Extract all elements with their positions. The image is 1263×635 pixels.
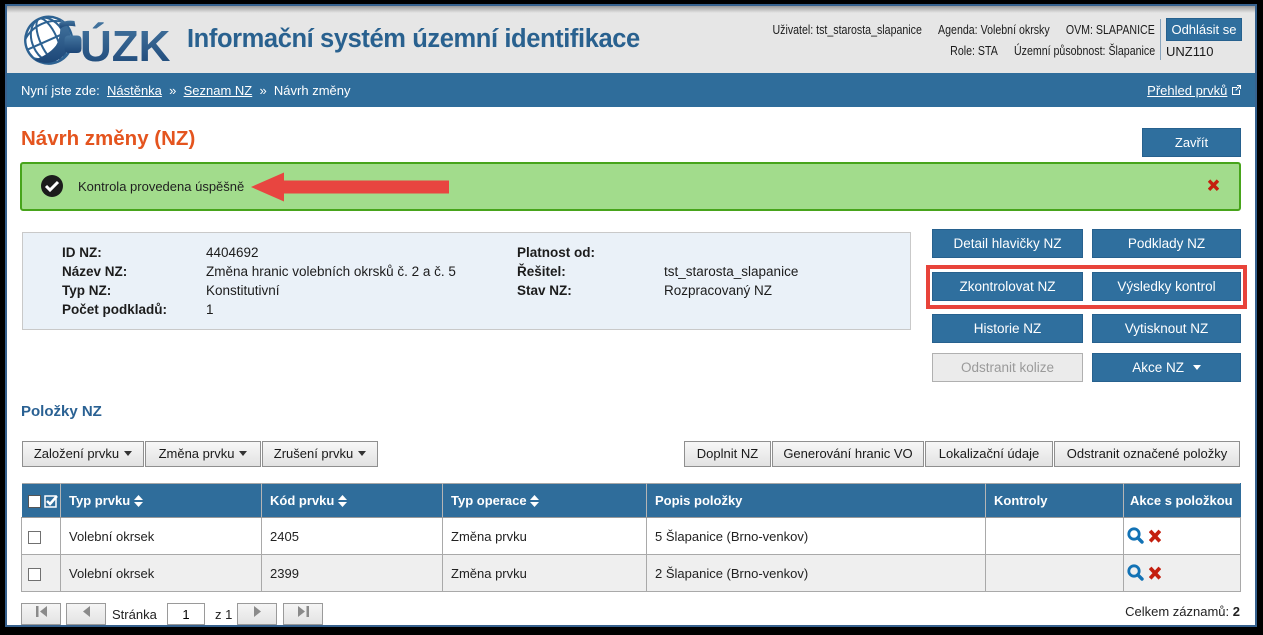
- svg-text:ÚZK: ÚZK: [80, 21, 171, 71]
